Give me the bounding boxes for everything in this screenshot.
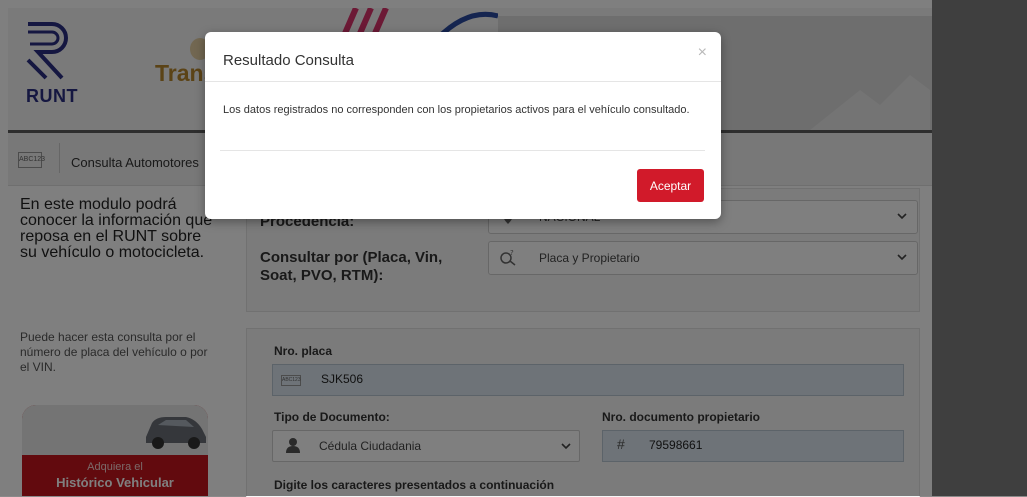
- modal-divider: [205, 81, 721, 82]
- modal-divider: [220, 150, 705, 151]
- modal-message: Los datos registrados no corresponden co…: [223, 104, 690, 116]
- close-icon[interactable]: ×: [698, 44, 707, 62]
- modal-title: Resultado Consulta: [223, 52, 354, 69]
- aceptar-button[interactable]: Aceptar: [637, 169, 704, 202]
- resultado-consulta-modal: Resultado Consulta × Los datos registrad…: [205, 32, 721, 219]
